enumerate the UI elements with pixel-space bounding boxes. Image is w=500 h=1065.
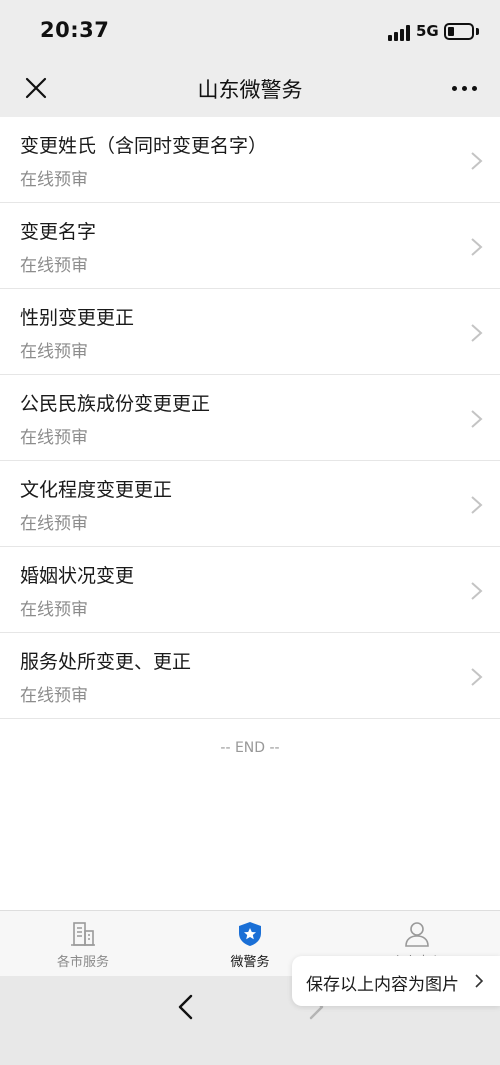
chevron-right-icon bbox=[471, 410, 483, 428]
list-item[interactable]: 服务处所变更、更正 在线预审 bbox=[0, 633, 500, 719]
network-label: 5G bbox=[416, 22, 439, 40]
save-label: 保存以上内容为图片 bbox=[306, 975, 459, 995]
list-item[interactable]: 婚姻状况变更 在线预审 bbox=[0, 547, 500, 633]
end-marker: -- END -- bbox=[220, 740, 280, 756]
nav-bar: 山东微警务 bbox=[0, 60, 500, 117]
item-subtitle: 在线预审 bbox=[20, 428, 88, 448]
item-title: 变更姓氏（含同时变更名字） bbox=[20, 135, 268, 157]
status-time: 20:37 bbox=[40, 18, 110, 42]
item-subtitle: 在线预审 bbox=[20, 514, 88, 534]
item-title: 婚姻状况变更 bbox=[20, 565, 135, 587]
item-subtitle: 在线预审 bbox=[20, 256, 88, 276]
item-title: 性别变更更正 bbox=[20, 307, 135, 329]
service-list: 变更姓氏（含同时变更名字） 在线预审 变更名字 在线预审 性别变更更正 在线预审… bbox=[0, 117, 500, 719]
tab-label: 各市服务 bbox=[56, 955, 109, 970]
person-icon bbox=[405, 922, 429, 947]
item-subtitle: 在线预审 bbox=[20, 170, 88, 190]
page-title: 山东微警务 bbox=[197, 78, 303, 102]
list-item[interactable]: 变更名字 在线预审 bbox=[0, 203, 500, 289]
building-icon bbox=[71, 922, 95, 946]
chevron-right-icon bbox=[471, 668, 483, 686]
item-title: 公民民族成份变更更正 bbox=[20, 393, 211, 415]
chevron-right-icon bbox=[471, 582, 483, 600]
item-subtitle: 在线预审 bbox=[20, 600, 88, 620]
item-title: 文化程度变更更正 bbox=[20, 479, 173, 501]
item-title: 变更名字 bbox=[20, 221, 97, 243]
item-subtitle: 在线预审 bbox=[20, 342, 88, 362]
police-shield-icon bbox=[239, 922, 261, 946]
status-bar: 20:37 5G bbox=[0, 0, 500, 60]
chevron-right-icon bbox=[471, 238, 483, 256]
list-item[interactable]: 变更姓氏（含同时变更名字） 在线预审 bbox=[0, 117, 500, 203]
signal-icon bbox=[388, 25, 412, 41]
battery-icon bbox=[444, 23, 474, 40]
back-arrow-icon[interactable] bbox=[172, 992, 200, 1022]
item-title: 服务处所变更、更正 bbox=[20, 651, 192, 673]
list-item[interactable]: 公民民族成份变更更正 在线预审 bbox=[0, 375, 500, 461]
more-options-icon[interactable] bbox=[446, 78, 482, 98]
save-as-image-button[interactable]: 保存以上内容为图片 bbox=[292, 956, 500, 1006]
list-item[interactable]: 性别变更更正 在线预审 bbox=[0, 289, 500, 375]
chevron-right-icon bbox=[475, 974, 484, 988]
tab-city-services[interactable]: 各市服务 bbox=[0, 911, 166, 977]
chevron-right-icon bbox=[471, 496, 483, 514]
battery-tip bbox=[476, 28, 479, 35]
chevron-right-icon bbox=[471, 324, 483, 342]
list-item[interactable]: 文化程度变更更正 在线预审 bbox=[0, 461, 500, 547]
item-subtitle: 在线预审 bbox=[20, 686, 88, 706]
chevron-right-icon bbox=[471, 152, 483, 170]
